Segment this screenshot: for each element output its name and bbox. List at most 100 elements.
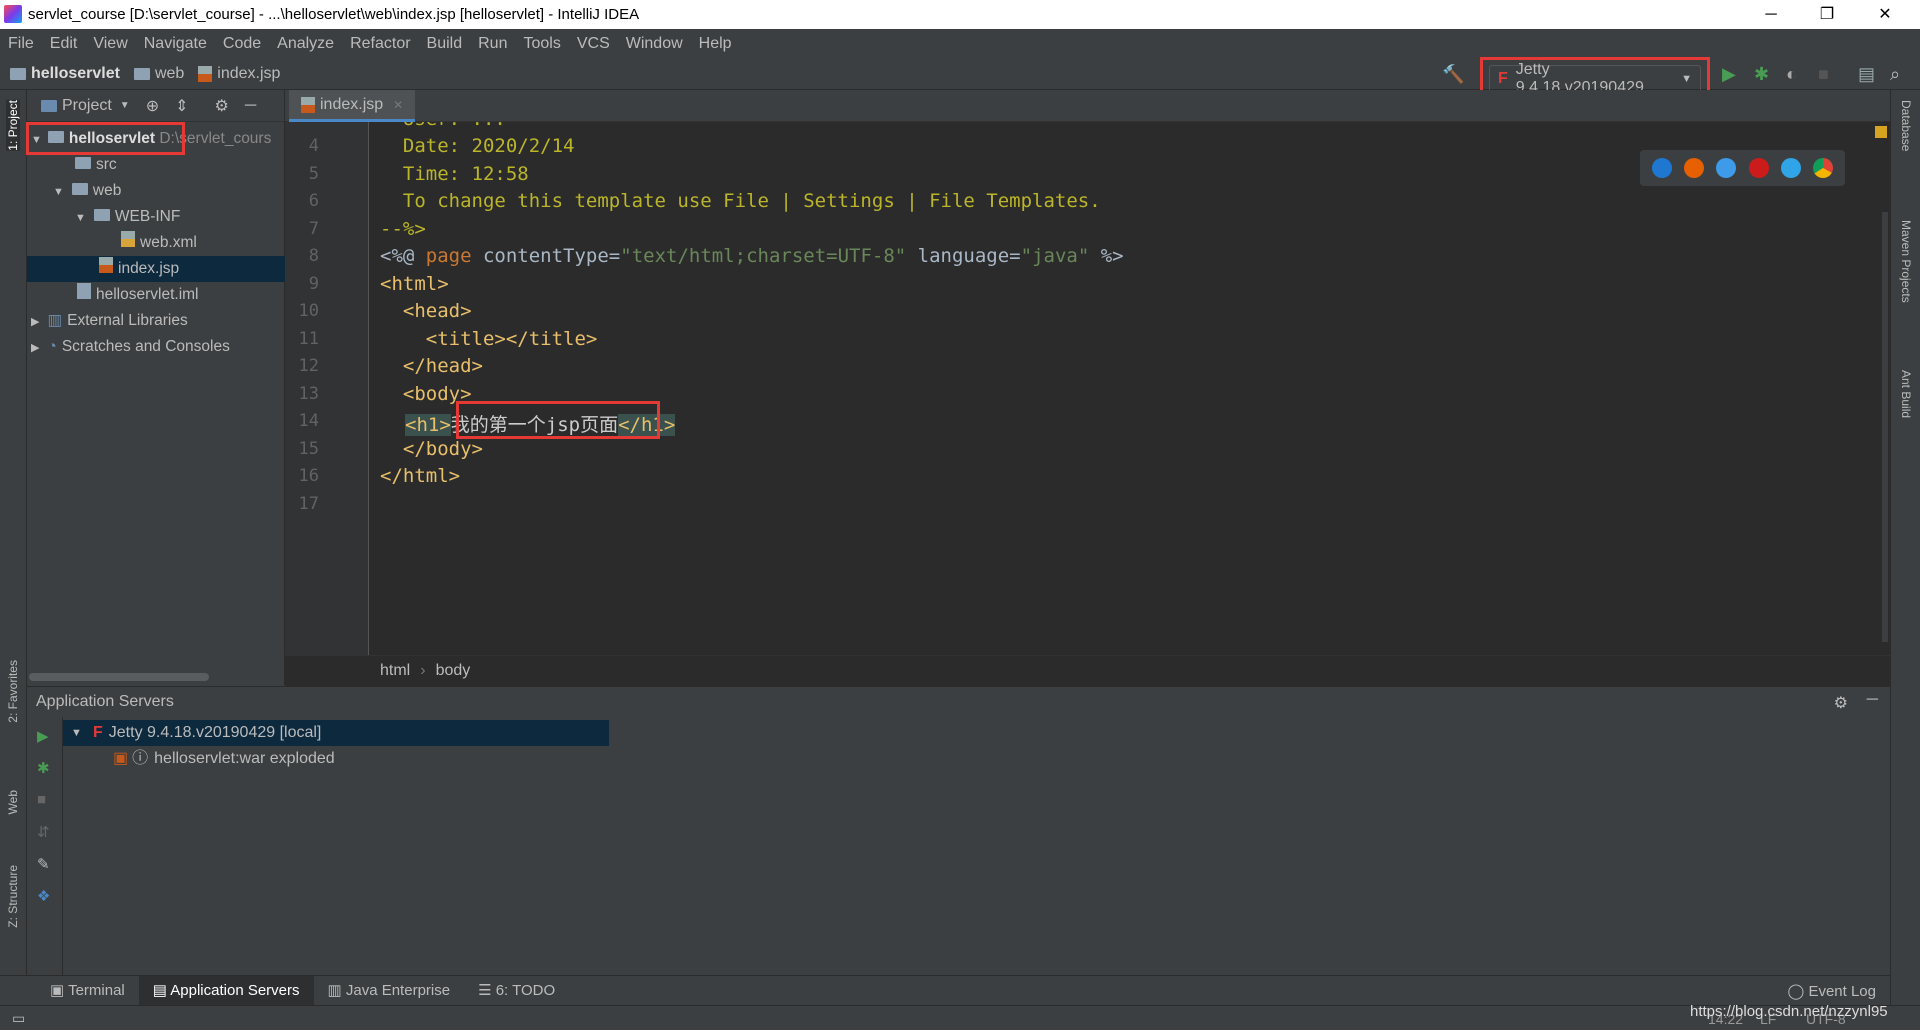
gear-icon[interactable]: ⚙ [1834,693,1848,713]
code-editor[interactable]: 4 5 6 7 8 9 10 11 12 13 14 15 16 17 User: ... Date: 2… [285,122,1890,655]
tool-windows-toggle-icon[interactable]: ▭ [12,1010,25,1027]
structure-tool-button[interactable]: Z: Structure [6,865,20,928]
stop-icon[interactable]: ■ [37,791,46,808]
safari-icon[interactable] [1716,158,1737,178]
code-line-7: --%> [380,218,426,240]
tree-item-web-xml[interactable]: web.xml [27,230,285,256]
ie-icon[interactable] [1780,158,1801,178]
project-view-select[interactable]: Project [62,97,112,115]
edit-icon[interactable]: ✎ [37,855,50,873]
xml-file-icon [121,231,135,247]
editor-breadcrumb: html › body [285,655,1890,686]
menu-navigate[interactable]: Navigate [144,35,207,53]
code-line-9: <html> [380,273,449,295]
restore-button[interactable]: ❐ [1804,0,1850,29]
tab-todo[interactable]: ☰ 6: TODO [464,976,569,1006]
servers-icon: ▤ [152,981,171,999]
menu-vcs[interactable]: VCS [577,35,610,53]
tool-window-tabs: ▣ Terminal ▤ Application Servers ▥ Java … [0,975,1890,1006]
event-log-button[interactable]: ◯ Event Log [1787,982,1876,1000]
crumb-index-jsp[interactable]: index.jsp [198,65,280,83]
crumb-html[interactable]: html [380,662,410,680]
chrome-icon[interactable] [1812,158,1833,178]
tab-java-enterprise[interactable]: ▥ Java Enterprise [314,976,465,1006]
build-hammer-icon[interactable]: 🔨 [1442,64,1464,85]
gear-icon[interactable]: ⚙ [215,96,229,116]
inspection-status-icon[interactable] [1875,126,1887,138]
java-enterprise-icon: ▥ [327,981,346,999]
tree-item-scratches[interactable]: ▶ ◔ Scratches and Consoles [27,334,285,360]
collapse-all-icon[interactable]: ⇕ [175,96,188,116]
opera-icon[interactable] [1748,158,1769,178]
menu-edit[interactable]: Edit [50,35,78,53]
menu-help[interactable]: Help [699,35,732,53]
debug-icon[interactable]: ✱ [37,759,50,777]
debug-icon[interactable]: ✱ [1754,64,1769,85]
menu-file[interactable]: File [8,35,34,53]
jsp-file-icon [301,96,315,113]
code-line-5: Time: 12:58 [380,163,529,185]
artifact-row[interactable]: ▣ ⓘ helloservlet:war exploded [113,746,335,772]
search-icon[interactable]: ⌕ [1890,64,1900,85]
close-tab-icon[interactable]: ✕ [393,98,403,112]
jsp-file-icon [99,257,113,273]
favorites-tool-button[interactable]: 2: Favorites [6,660,20,723]
tab-index-jsp[interactable]: index.jsp ✕ [289,90,416,122]
expand-arrow-icon: ▼ [53,186,64,198]
project-structure-icon[interactable]: ▤ [1858,64,1875,85]
run-icon[interactable]: ▶ [37,727,49,745]
tree-item-web[interactable]: ▼ web [27,178,285,204]
tree-item-web-inf[interactable]: ▼ WEB-INF [27,204,285,230]
project-tool-button[interactable]: 1: Project [6,100,20,151]
menu-window[interactable]: Window [626,35,683,53]
tree-item-helloservlet-iml[interactable]: helloservlet.iml [27,282,285,308]
project-view-icon [41,99,57,112]
menu-build[interactable]: Build [427,35,463,53]
code-line-10: <head> [380,300,472,322]
line-number: 16 [298,466,319,486]
database-tool-button[interactable]: Database [1899,100,1913,151]
unknown-status-icon: ⓘ [132,750,149,767]
menu-run[interactable]: Run [478,35,507,53]
artifact-icon: ▣ [113,750,129,767]
deploy-icon[interactable]: ⇵ [37,823,50,841]
hide-icon[interactable]: ─ [245,97,256,115]
vertical-scrollbar[interactable] [1882,212,1888,642]
coverage-icon[interactable]: ◐ [1786,64,1797,85]
crumb-helloservlet[interactable]: helloservlet [10,65,120,83]
web-tool-button[interactable]: Web [6,790,20,814]
title-bar: servlet_course [D:\servlet_course] - ...… [0,0,1920,29]
hide-icon[interactable]: ─ [1867,691,1878,709]
firefox-icon[interactable] [1684,158,1705,178]
edge-icon[interactable] [1652,158,1673,178]
line-number: 12 [298,356,319,376]
ant-tool-button[interactable]: Ant Build [1899,370,1913,418]
tab-terminal[interactable]: ▣ Terminal [36,976,139,1006]
menu-code[interactable]: Code [223,35,261,53]
tree-item-external-libraries[interactable]: ▶ ▥ External Libraries [27,308,285,334]
maven-tool-button[interactable]: Maven Projects [1899,220,1913,303]
server-row-jetty[interactable]: ▼ F Jetty 9.4.18.v20190429 [local] [63,720,609,746]
crumb-body[interactable]: body [436,662,471,680]
menu-view[interactable]: View [93,35,127,53]
run-icon[interactable]: ▶ [1722,64,1736,85]
menu-analyze[interactable]: Analyze [277,35,334,53]
menu-tools[interactable]: Tools [523,35,560,53]
tree-item-src[interactable]: src [27,152,285,178]
menu-bar: File Edit View Navigate Code Analyze Ref… [0,29,1920,58]
stop-icon[interactable]: ■ [1818,64,1829,85]
close-button[interactable]: ✕ [1862,0,1908,29]
artifact-icon[interactable]: ❖ [37,887,50,905]
minimize-button[interactable]: ─ [1748,0,1794,29]
terminal-icon: ▣ [50,981,69,999]
tree-item-index-jsp[interactable]: index.jsp [27,256,285,282]
menu-refactor[interactable]: Refactor [350,35,410,53]
tab-application-servers[interactable]: ▤ Application Servers [138,975,314,1006]
chevron-down-icon[interactable]: ▼ [120,100,130,111]
crumb-web[interactable]: web [133,65,184,83]
run-configuration-select[interactable]: F Jetty 9.4.18.v20190429 ▼ [1489,61,1701,96]
locate-icon[interactable]: ⊕ [146,96,159,116]
line-number: 17 [298,493,319,514]
libraries-icon: ▥ [47,312,63,329]
horizontal-scrollbar[interactable] [29,673,209,681]
